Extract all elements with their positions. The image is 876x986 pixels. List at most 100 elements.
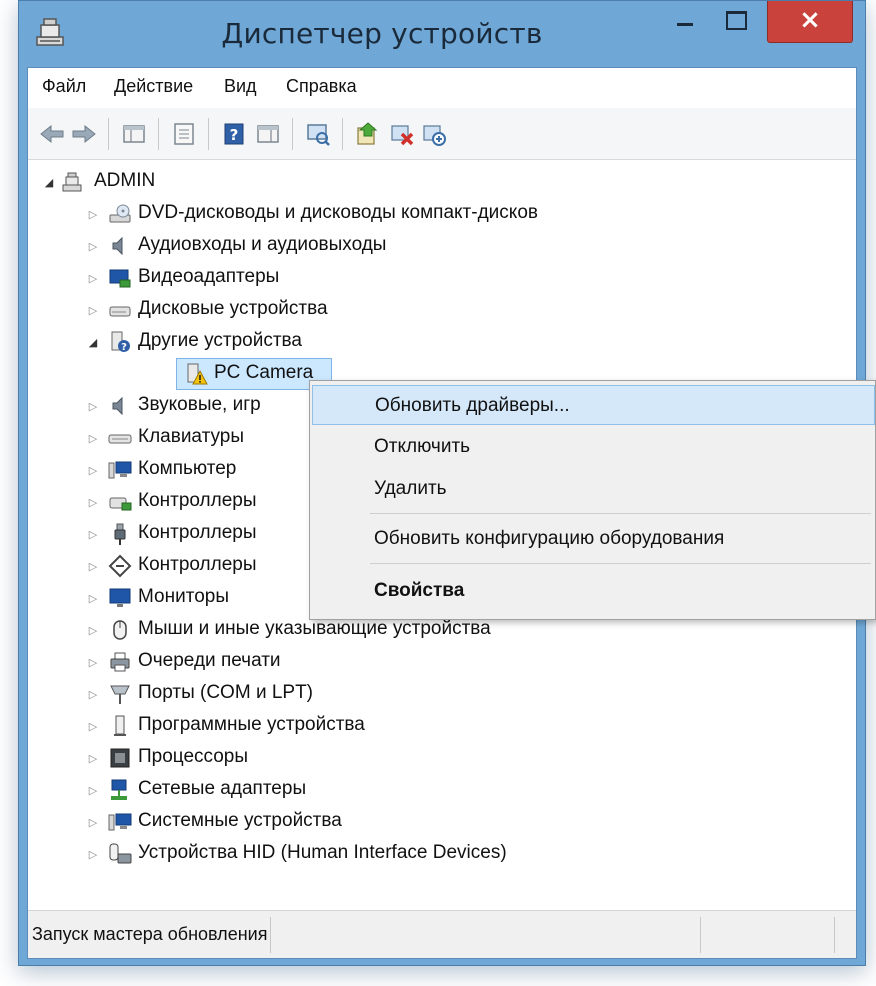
menu-properties[interactable]: Свойства	[312, 571, 875, 611]
menu-item-label: Обновить драйверы...	[375, 395, 570, 416]
back-arrow-icon[interactable]	[38, 120, 66, 148]
tree-item-label: Очереди печати	[138, 650, 281, 671]
tree-item-audio-io[interactable]: ▷ Аудиовходы и аудиовыходы	[86, 230, 686, 262]
menu-item-label: Обновить конфигурацию оборудования	[374, 528, 725, 549]
menu-separator	[370, 563, 871, 564]
monitor-icon	[109, 588, 131, 607]
disable-device-icon[interactable]	[420, 120, 448, 148]
expand-arrow-icon[interactable]: ▷	[86, 751, 100, 765]
expand-arrow-icon[interactable]: ▷	[86, 207, 100, 221]
console-tree-icon[interactable]	[120, 120, 148, 148]
action-pane-icon[interactable]	[254, 120, 282, 148]
collapse-arrow-icon[interactable]: ◢	[42, 175, 56, 189]
menu-uninstall[interactable]: Удалить	[312, 469, 875, 509]
expand-arrow-icon[interactable]: ▷	[86, 687, 100, 701]
expand-arrow-icon[interactable]: ▷	[86, 303, 100, 317]
network-adapter-icon	[111, 779, 127, 800]
menu-separator	[370, 513, 871, 514]
tree-item-label: Программные устройства	[138, 714, 365, 735]
tree-item-label: Контроллеры	[138, 554, 257, 575]
tree-item-disk-drives[interactable]: ▷ Дисковые устройства	[86, 294, 686, 326]
hid-device-icon	[109, 843, 132, 864]
tree-item-dvd[interactable]: ▷ DVD-дисководы и дисководы компакт-диск…	[86, 198, 686, 230]
tree-item-video-adapters[interactable]: ▷ Видеоадаптеры	[86, 262, 686, 294]
expand-arrow-icon[interactable]: ▷	[86, 495, 100, 509]
expand-arrow-icon[interactable]: ▷	[86, 623, 100, 637]
expand-arrow-icon[interactable]: ▷	[86, 463, 100, 477]
title-bar[interactable]: Диспетчер устройств ×	[19, 1, 865, 67]
tree-item-label: Клавиатуры	[138, 426, 245, 447]
software-device-icon	[114, 715, 126, 736]
properties-icon[interactable]	[170, 120, 198, 148]
menu-item-label: Отключить	[374, 436, 471, 457]
storage-controller-icon	[109, 497, 132, 511]
svg-text:?: ?	[230, 126, 239, 144]
status-text: Запуск мастера обновления драйвер	[32, 924, 268, 944]
tree-item-other-devices[interactable]: ◢ ? Другие устройства	[86, 326, 686, 358]
close-icon: ×	[799, 5, 821, 35]
tree-item-label: Аудиовходы и аудиовыходы	[138, 234, 387, 255]
tree-item-label: DVD-дисководы и дисководы компакт-дисков	[138, 202, 538, 223]
tree-item-label: Порты (COM и LPT)	[138, 682, 314, 703]
keyboard-icon	[108, 434, 132, 444]
expand-arrow-icon[interactable]: ▷	[86, 591, 100, 605]
maximize-button[interactable]	[713, 1, 757, 41]
toolbar-separator	[208, 118, 209, 150]
uninstall-device-icon[interactable]	[388, 120, 416, 148]
svg-text:?: ?	[121, 342, 127, 353]
menu-help[interactable]: Справка	[286, 76, 357, 97]
tree-item-label: Процессоры	[138, 746, 249, 767]
tree-item-network-adapters[interactable]: ▷ Сетевые адаптеры	[86, 774, 686, 806]
tree-item-label: Мониторы	[138, 586, 229, 607]
tree-item-label: Сетевые адаптеры	[138, 778, 307, 799]
expand-arrow-icon[interactable]: ▷	[86, 559, 100, 573]
menu-action[interactable]: Действие	[114, 76, 193, 97]
update-driver-icon[interactable]	[354, 120, 382, 148]
forward-arrow-icon[interactable]	[70, 120, 98, 148]
tree-item-software-devices[interactable]: ▷ Программные устройства	[86, 710, 686, 742]
tree-item-print-queues[interactable]: ▷ Очереди печати	[86, 646, 686, 678]
computer-icon	[108, 461, 132, 479]
tree-item-label: Мыши и иные указывающие устройства	[138, 618, 491, 639]
port-icon	[110, 685, 130, 704]
unknown-device-icon: ?	[111, 331, 130, 353]
tree-item-label: Контроллеры	[138, 522, 257, 543]
dvd-drive-icon	[109, 204, 131, 223]
expand-arrow-icon[interactable]: ▷	[86, 431, 100, 445]
expand-arrow-icon[interactable]: ▷	[86, 719, 100, 733]
expand-arrow-icon[interactable]: ▷	[86, 239, 100, 253]
expand-arrow-icon[interactable]: ▷	[86, 271, 100, 285]
minimize-button[interactable]	[663, 1, 707, 41]
tree-item-hid[interactable]: ▷ Устройства HID (Human Interface Device…	[86, 838, 726, 870]
tree-item-label: PC Camera	[214, 362, 314, 383]
tree-item-system-devices[interactable]: ▷ Системные устройства	[86, 806, 686, 838]
menu-update-drivers[interactable]: Обновить драйверы...	[312, 385, 875, 425]
computer-icon	[62, 172, 82, 192]
toolbar-separator	[342, 118, 343, 150]
help-icon[interactable]: ?	[220, 120, 248, 148]
window-title: Диспетчер устройств	[221, 17, 543, 50]
tree-root[interactable]: ◢ ADMIN	[42, 166, 342, 198]
close-button[interactable]: ×	[767, 1, 853, 43]
tree-item-ports[interactable]: ▷ Порты (COM и LPT)	[86, 678, 686, 710]
collapse-arrow-icon[interactable]: ◢	[86, 335, 100, 349]
tree-item-label: Системные устройства	[138, 810, 342, 831]
expand-arrow-icon[interactable]: ▷	[86, 815, 100, 829]
expand-arrow-icon[interactable]: ▷	[86, 847, 100, 861]
tree-item-label: ADMIN	[94, 170, 156, 191]
expand-arrow-icon[interactable]: ▷	[86, 399, 100, 413]
expand-arrow-icon[interactable]: ▷	[86, 783, 100, 797]
expand-arrow-icon[interactable]: ▷	[86, 655, 100, 669]
menu-disable[interactable]: Отключить	[312, 427, 875, 467]
menu-file[interactable]: Файл	[42, 76, 86, 97]
speaker-icon	[112, 396, 123, 416]
scan-hardware-icon[interactable]	[304, 120, 332, 148]
menu-view[interactable]: Вид	[224, 76, 257, 97]
expand-arrow-icon[interactable]: ▷	[86, 527, 100, 541]
menu-bar: Файл Действие Вид Справка	[28, 68, 856, 108]
printer-icon	[110, 652, 130, 672]
tree-item-processors[interactable]: ▷ Процессоры	[86, 742, 686, 774]
usb-plug-icon	[114, 523, 126, 545]
processor-icon	[110, 748, 130, 768]
menu-scan-hardware[interactable]: Обновить конфигурацию оборудования	[312, 519, 875, 559]
